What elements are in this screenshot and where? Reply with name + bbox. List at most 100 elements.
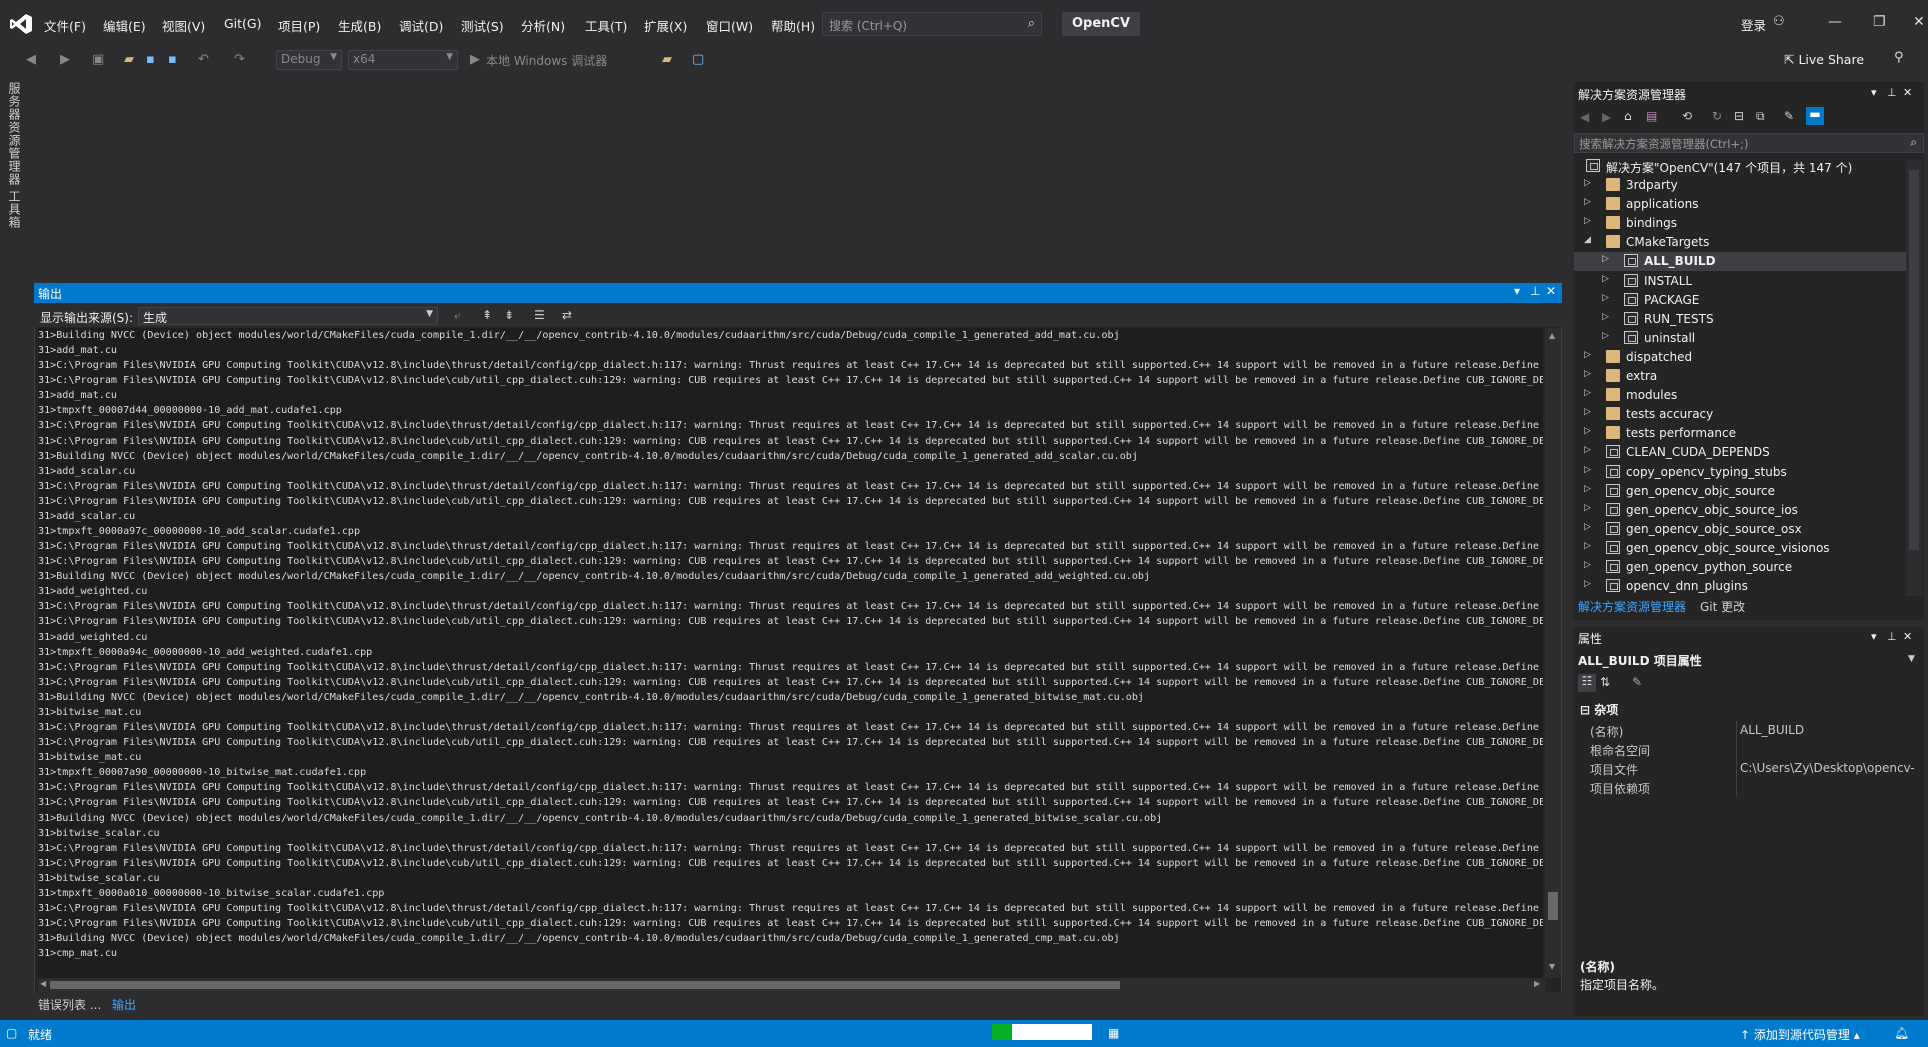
panel-menu-icon[interactable]: ▾ [1871, 86, 1877, 99]
account-icon[interactable]: ⚇ [1773, 14, 1785, 29]
tree-item-install[interactable]: ▷ INSTALL [1574, 272, 1906, 291]
expand-arrow-icon[interactable]: ▷ [1584, 579, 1591, 589]
save-icon[interactable]: ▪ [146, 52, 155, 67]
properties-wrench-icon[interactable]: ✎ [1784, 109, 1794, 123]
expand-arrow-icon[interactable]: ▷ [1584, 465, 1591, 475]
expand-arrow-icon[interactable]: ▷ [1584, 197, 1591, 207]
expand-arrow-icon[interactable]: ▷ [1602, 331, 1609, 341]
tab-git-changes[interactable]: Git 更改 [1700, 598, 1745, 615]
expand-arrow-icon[interactable]: ▷ [1584, 407, 1591, 417]
property-pages-icon[interactable]: ✎ [1632, 675, 1642, 689]
output-vertical-thumb[interactable] [1548, 892, 1558, 920]
show-all-files-icon[interactable]: ⧉ [1756, 109, 1765, 124]
tab-solution-explorer[interactable]: 解决方案资源管理器 [1578, 598, 1686, 615]
solution-root[interactable]: 解决方案"OpenCV"(147 个项目，共 147 个) [1574, 157, 1906, 176]
toolbox-tab[interactable]: 工具箱 [6, 190, 23, 229]
expand-arrow-icon[interactable]: ▷ [1584, 426, 1591, 436]
close-panel-icon[interactable]: ✕ [1903, 630, 1912, 643]
tree-item-opencv-dnn-plugins[interactable]: ▷ opencv_dnn_plugins [1574, 577, 1906, 596]
tree-item-dispatched[interactable]: ▷ dispatched [1574, 348, 1906, 367]
close-window-icon[interactable]: ✕ [1913, 14, 1925, 30]
expand-arrow-icon[interactable]: ▷ [1602, 274, 1609, 284]
tree-item-gen-opencv-objc-source-osx[interactable]: ▷ gen_opencv_objc_source_osx [1574, 520, 1906, 539]
menu-git[interactable]: Git(G) [224, 16, 262, 31]
expand-arrow-icon[interactable]: ▷ [1584, 369, 1591, 379]
close-panel-icon[interactable]: ✕ [1546, 284, 1556, 298]
tree-item-gen-opencv-objc-source-ios[interactable]: ▷ gen_opencv_objc_source_ios [1574, 501, 1906, 520]
menu-build[interactable]: 生成(B) [338, 16, 381, 35]
panel-menu-icon[interactable]: ▾ [1871, 630, 1877, 643]
menu-edit[interactable]: 编辑(E) [103, 16, 146, 35]
notification-icon[interactable]: 🔔︎ [1894, 1026, 1909, 1040]
switch-views-icon[interactable]: ▤ [1646, 109, 1657, 123]
refresh-icon[interactable]: ↻ [1712, 109, 1722, 123]
menu-analyze[interactable]: 分析(N) [521, 16, 565, 35]
pending-changes-icon[interactable]: ⟲ [1682, 109, 1692, 123]
forward-icon[interactable]: ▶ [60, 52, 70, 67]
server-explorer-tab[interactable]: 服务器资源管理器 [6, 82, 23, 186]
close-panel-icon[interactable]: ✕ [1903, 86, 1912, 99]
menu-window[interactable]: 窗口(W) [706, 16, 753, 35]
expand-arrow-icon[interactable]: ▷ [1584, 484, 1591, 494]
output-source-dropdown[interactable]: 生成 ▼ [138, 307, 438, 325]
tree-item-uninstall[interactable]: ▷ uninstall [1574, 329, 1906, 348]
pin-icon[interactable]: ⊥ [1530, 284, 1540, 298]
folder-icon[interactable]: ▰ [662, 52, 672, 67]
chevron-down-icon[interactable]: ▼ [1908, 654, 1915, 664]
redo-icon[interactable]: ↷ [234, 52, 245, 67]
platform-dropdown[interactable]: x64 ▼ [348, 50, 458, 70]
restore-icon[interactable]: ❐ [1873, 14, 1886, 30]
property-row[interactable]: 项目文件 C:\Users\Zy\Desktop\opencv- [1578, 759, 1923, 778]
go-to-line-icon[interactable]: ⤶ [454, 308, 461, 323]
solution-search-input[interactable]: 搜索解决方案资源管理器(Ctrl+;) ⌕ [1574, 133, 1924, 153]
save-all-icon[interactable]: ▪ [168, 52, 177, 67]
new-item-icon[interactable]: ▣ [92, 52, 104, 67]
preview-selected-icon[interactable]: ▬ [1806, 107, 1824, 125]
minimize-icon[interactable]: — [1828, 14, 1842, 30]
alphabetical-icon[interactable]: ⇅ [1600, 675, 1610, 689]
search-input[interactable]: 搜索 (Ctrl+Q) ⌕ [822, 12, 1042, 36]
collapse-arrow-icon[interactable]: ◢ [1584, 235, 1591, 245]
tree-item-package[interactable]: ▷ PACKAGE [1574, 291, 1906, 310]
menu-project[interactable]: 项目(P) [278, 16, 320, 35]
tab-error-list[interactable]: 错误列表 ... [38, 996, 101, 1013]
login-link[interactable]: 登录 [1741, 15, 1766, 34]
panel-menu-icon[interactable]: ▾ [1514, 284, 1520, 298]
scroll-up-icon[interactable]: ▲ [1549, 331, 1555, 340]
menu-extensions[interactable]: 扩展(X) [644, 16, 687, 35]
debugger-label[interactable]: 本地 Windows 调试器 [486, 52, 607, 69]
collapse-all-icon[interactable]: ⊟ [1734, 109, 1744, 123]
pin-icon[interactable]: ⊥ [1887, 630, 1897, 643]
menu-debug[interactable]: 调试(D) [399, 16, 443, 35]
open-folder-icon[interactable]: ▰ [124, 52, 134, 67]
tree-item-tests-performance[interactable]: ▷ tests performance [1574, 424, 1906, 443]
expand-arrow-icon[interactable]: ▷ [1584, 541, 1591, 551]
expand-arrow-icon[interactable]: ▷ [1584, 388, 1591, 398]
categorized-icon[interactable]: ☷ [1578, 674, 1596, 692]
back-icon[interactable]: ◀ [1580, 110, 1589, 124]
tree-item-applications[interactable]: ▷ applications [1574, 195, 1906, 214]
tree-item-extra[interactable]: ▷ extra [1574, 367, 1906, 386]
clear-all-icon[interactable]: ☰ [534, 308, 545, 322]
tree-item-all-build[interactable]: ▷ ALL_BUILD [1574, 252, 1906, 272]
feedback-icon[interactable]: ⚲ [1894, 50, 1904, 65]
menu-tools[interactable]: 工具(T) [585, 16, 627, 35]
expand-arrow-icon[interactable]: ▷ [1584, 350, 1591, 360]
expand-arrow-icon[interactable]: ▷ [1584, 178, 1591, 188]
tree-item-cmaketargets[interactable]: ◢ CMakeTargets [1574, 233, 1906, 252]
window-icon[interactable]: ▢ [692, 52, 704, 67]
start-debug-icon[interactable]: ▶ [470, 52, 480, 67]
output-horizontal-thumb[interactable] [50, 981, 1120, 989]
tree-item-tests-accuracy[interactable]: ▷ tests accuracy [1574, 405, 1906, 424]
expand-arrow-icon[interactable]: ▷ [1584, 445, 1591, 455]
property-row[interactable]: 根命名空间 [1578, 740, 1923, 759]
property-row[interactable]: 项目依赖项 [1578, 778, 1923, 797]
scroll-left-icon[interactable]: ◀ [40, 979, 46, 988]
output-vertical-scrollbar[interactable] [1545, 328, 1561, 978]
scroll-down-icon[interactable]: ▼ [1549, 962, 1555, 971]
previous-message-icon[interactable]: ⇞ [482, 308, 492, 322]
menu-help[interactable]: 帮助(H) [771, 16, 815, 35]
menu-file[interactable]: 文件(F) [44, 16, 86, 35]
properties-object[interactable]: ALL_BUILD 项目属性 [1578, 652, 1702, 669]
tree-item-gen-opencv-python-source[interactable]: ▷ gen_opencv_python_source [1574, 558, 1906, 577]
